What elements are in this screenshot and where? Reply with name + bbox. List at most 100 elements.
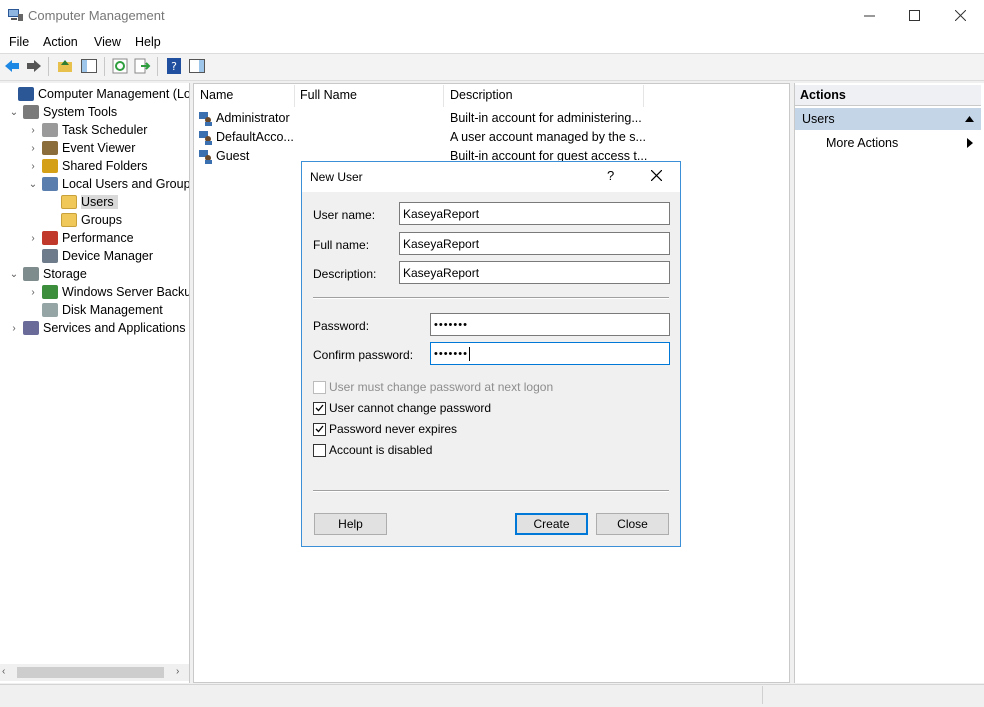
help-icon[interactable]: ? (165, 57, 183, 75)
minimize-button[interactable] (846, 0, 892, 31)
forward-arrow-icon[interactable] (25, 57, 43, 75)
tree-node[interactable]: ⌄ System Tools (8, 103, 117, 121)
text-caret (468, 346, 470, 361)
collapse-up-icon[interactable] (965, 116, 974, 122)
user-name-cell[interactable]: DefaultAcco... (216, 130, 294, 144)
checkbox-must-change-password[interactable]: User must change password at next logon (313, 380, 553, 394)
export-list-icon[interactable] (133, 57, 151, 75)
password-field[interactable]: ••••••• (430, 313, 670, 336)
tree-node[interactable]: Groups (46, 211, 122, 229)
close-button[interactable]: Close (596, 513, 669, 535)
column-separator[interactable] (643, 85, 644, 107)
minimize-icon (863, 15, 875, 17)
computer-management-icon (18, 87, 34, 101)
status-bar (0, 684, 984, 707)
tree-node-label: Local Users and Groups (62, 177, 190, 191)
toolbar-separator (48, 57, 49, 76)
actions-section-users[interactable]: Users (795, 108, 981, 130)
actions-header-label: Actions (800, 88, 846, 102)
dialog-help-icon[interactable]: ? (607, 168, 614, 183)
more-actions-item[interactable]: More Actions (826, 136, 898, 150)
storage-icon (23, 267, 39, 281)
dialog-close-icon[interactable] (651, 170, 662, 181)
collapse-chevron-icon[interactable]: ⌄ (27, 179, 39, 190)
fullname-label: Full name: (313, 238, 370, 252)
checkbox-box[interactable] (313, 380, 326, 394)
checkbox-box[interactable] (313, 422, 326, 436)
dialog-divider (313, 490, 669, 492)
username-field[interactable]: KaseyaReport (399, 202, 670, 225)
up-folder-icon[interactable] (56, 57, 74, 75)
column-header-full-name[interactable]: Full Name (300, 88, 357, 102)
checkbox-box[interactable] (313, 401, 326, 415)
maximize-button[interactable] (891, 0, 937, 31)
shared-folder-icon (42, 159, 58, 173)
system-tools-icon (23, 105, 39, 119)
scrollbar-thumb[interactable] (17, 667, 164, 678)
checkbox-box[interactable] (313, 443, 326, 457)
column-header-description[interactable]: Description (450, 88, 513, 102)
close-window-button[interactable] (937, 0, 983, 31)
device-manager-icon (42, 249, 58, 263)
tree-node[interactable]: › Services and Applications (8, 319, 185, 337)
tree-node[interactable]: › Event Viewer (27, 139, 135, 157)
expand-chevron-icon[interactable]: › (27, 233, 39, 244)
show-hide-tree-icon[interactable] (80, 57, 98, 75)
folder-icon (61, 213, 77, 227)
collapse-chevron-icon[interactable]: ⌄ (8, 107, 20, 118)
scroll-left-icon[interactable]: ‹ (2, 666, 5, 677)
refresh-icon[interactable] (111, 57, 129, 75)
column-separator[interactable] (294, 85, 295, 107)
user-name-cell[interactable]: Guest (216, 149, 249, 163)
actions-section-label: Users (802, 112, 835, 126)
menu-help[interactable]: Help (135, 35, 161, 49)
tree-node-label: Services and Applications (43, 321, 186, 335)
svg-text:?: ? (171, 60, 177, 73)
user-name-cell[interactable]: Administrator (216, 111, 290, 125)
confirm-password-field[interactable]: ••••••• (430, 342, 670, 365)
tree-node[interactable]: Users (46, 193, 118, 211)
tree-node[interactable]: ⌄ Local Users and Groups (27, 175, 190, 193)
tree-node[interactable]: Device Manager (27, 247, 153, 265)
column-header-name[interactable]: Name (200, 88, 233, 102)
tree-node-label: Windows Server Backup (62, 285, 190, 299)
checkbox-cannot-change-password[interactable]: User cannot change password (313, 401, 491, 415)
tree-node-label: Storage (43, 267, 87, 281)
description-label: Description: (313, 267, 377, 281)
checkbox-password-never-expires[interactable]: Password never expires (313, 422, 457, 436)
tree-node[interactable]: › Shared Folders (27, 157, 147, 175)
tree-node[interactable]: Disk Management (27, 301, 163, 319)
maximize-icon (908, 10, 920, 21)
tree-node[interactable]: ⌄ Storage (8, 265, 87, 283)
back-arrow-icon[interactable] (3, 57, 21, 75)
tree-node[interactable]: › Windows Server Backup (27, 283, 190, 301)
expand-chevron-icon[interactable]: › (27, 125, 39, 136)
show-hide-action-pane-icon[interactable] (188, 57, 206, 75)
expand-chevron-icon[interactable]: › (8, 323, 20, 334)
expand-chevron-icon[interactable]: › (27, 161, 39, 172)
column-separator[interactable] (443, 85, 444, 107)
description-field[interactable]: KaseyaReport (399, 261, 670, 284)
menu-file[interactable]: File (9, 35, 29, 49)
help-button[interactable]: Help (314, 513, 387, 535)
expand-chevron-icon[interactable]: › (27, 143, 39, 154)
create-button[interactable]: Create (515, 513, 588, 535)
tree-node-label: Users (81, 195, 118, 209)
checkbox-account-disabled[interactable]: Account is disabled (313, 443, 432, 457)
scroll-right-icon[interactable]: › (176, 666, 179, 677)
checkmark-icon (315, 425, 324, 433)
tree-node[interactable]: › Task Scheduler (27, 121, 147, 139)
checkbox-label: User cannot change password (329, 401, 492, 415)
expand-chevron-icon[interactable]: › (27, 287, 39, 298)
dialog-divider (313, 297, 669, 299)
tree-node[interactable]: Computer Management (Local (3, 85, 189, 103)
users-groups-icon (42, 177, 58, 191)
menu-action[interactable]: Action (43, 35, 78, 49)
tree-node-label: Task Scheduler (62, 123, 148, 137)
collapse-chevron-icon[interactable]: ⌄ (8, 269, 20, 280)
fullname-field[interactable]: KaseyaReport (399, 232, 670, 255)
tree-node-label: Groups (81, 213, 122, 227)
tree-node[interactable]: › Performance (27, 229, 134, 247)
menu-view[interactable]: View (94, 35, 121, 49)
window-title: Computer Management (28, 8, 165, 23)
